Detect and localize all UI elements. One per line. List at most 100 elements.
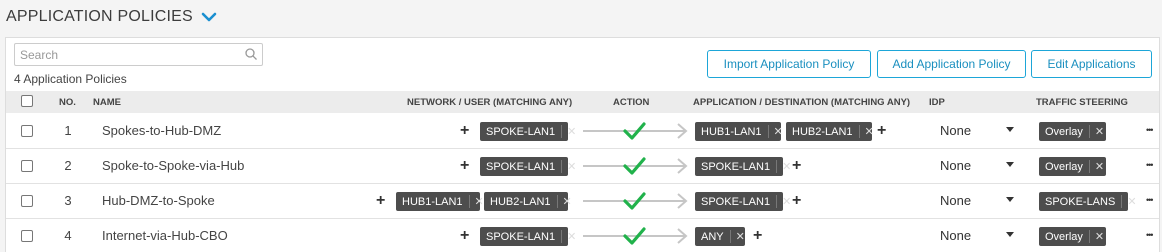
row-checkbox[interactable] bbox=[21, 230, 33, 242]
check-arrow-icon[interactable] bbox=[581, 223, 691, 249]
idp-select[interactable]: None bbox=[940, 123, 971, 138]
header-idp: IDP bbox=[929, 97, 945, 108]
steering-tag-label: Overlay bbox=[1045, 160, 1083, 173]
steering-tag: SPOKE-LANS ✕ bbox=[1039, 192, 1137, 211]
header-name: NAME bbox=[93, 97, 121, 108]
remove-tag-icon[interactable]: ✕ bbox=[561, 160, 576, 173]
caret-down-icon[interactable] bbox=[1006, 159, 1014, 169]
application-tag-label: ANY bbox=[701, 230, 724, 243]
idp-select[interactable]: None bbox=[940, 228, 971, 243]
steering-tag-label: SPOKE-LANS bbox=[1045, 195, 1116, 208]
steering-tag: Overlay ✕ bbox=[1039, 227, 1106, 246]
remove-tag-icon[interactable]: ✕ bbox=[776, 160, 791, 173]
application-tag-label: SPOKE-LAN1 bbox=[701, 195, 771, 208]
table-header: NO. NAME NETWORK / USER (MATCHING ANY) A… bbox=[6, 91, 1159, 113]
application-tag: HUB2-LAN1 ✕ bbox=[786, 122, 874, 141]
select-all-checkbox[interactable] bbox=[21, 95, 33, 107]
add-network-icon[interactable]: + bbox=[376, 192, 385, 210]
add-network-icon[interactable]: + bbox=[460, 157, 469, 175]
header-application: APPLICATION / DESTINATION (MATCHING ANY) bbox=[693, 97, 911, 108]
table-row[interactable]: 4 Internet-via-Hub-CBO + SPOKE-LAN1 ✕ ANY ✕ + No… bbox=[6, 219, 1159, 252]
remove-tag-icon[interactable]: ✕ bbox=[767, 125, 783, 138]
remove-tag-icon[interactable]: ✕ bbox=[561, 125, 576, 138]
policy-number: 2 bbox=[64, 158, 72, 173]
add-application-icon[interactable]: + bbox=[792, 157, 801, 175]
policies-panel: 4 Application Policies Import Applicatio… bbox=[5, 37, 1160, 252]
policy-name[interactable]: Spoke-to-Spoke-via-Hub bbox=[102, 158, 244, 173]
application-tag: SPOKE-LAN1 ✕ bbox=[695, 192, 791, 211]
policy-number: 4 bbox=[64, 228, 72, 243]
steering-tag: Overlay ✕ bbox=[1039, 157, 1106, 176]
remove-tag-icon[interactable]: ✕ bbox=[1088, 125, 1106, 138]
more-icon[interactable]: ••• bbox=[1146, 125, 1154, 135]
application-tag-label: SPOKE-LAN1 bbox=[701, 160, 771, 173]
network-tag-label: HUB1-LAN1 bbox=[402, 195, 463, 208]
steering-tag: Overlay ✕ bbox=[1039, 122, 1106, 141]
remove-tag-icon[interactable]: ✕ bbox=[561, 230, 576, 243]
row-checkbox[interactable] bbox=[21, 125, 33, 137]
check-arrow-icon[interactable] bbox=[581, 153, 691, 179]
more-icon[interactable]: ••• bbox=[1146, 160, 1154, 170]
search-icon bbox=[245, 48, 257, 60]
check-arrow-icon[interactable] bbox=[581, 118, 691, 144]
caret-down-icon[interactable] bbox=[1006, 194, 1014, 204]
add-application-icon[interactable]: + bbox=[877, 122, 886, 140]
policy-name[interactable]: Hub-DMZ-to-Spoke bbox=[102, 193, 215, 208]
network-tag: SPOKE-LAN1 ✕ bbox=[480, 122, 576, 141]
caret-down-icon[interactable] bbox=[1006, 229, 1014, 239]
network-tag: SPOKE-LAN1 ✕ bbox=[480, 157, 576, 176]
policy-number: 1 bbox=[64, 123, 72, 138]
page-title: APPLICATION POLICIES bbox=[6, 8, 193, 25]
network-tag-label: SPOKE-LAN1 bbox=[486, 125, 556, 138]
network-tag-label: SPOKE-LAN1 bbox=[486, 230, 556, 243]
network-tag: HUB2-LAN1 ✕ bbox=[484, 192, 572, 211]
idp-select[interactable]: None bbox=[940, 193, 971, 208]
application-tag: HUB1-LAN1 ✕ bbox=[695, 122, 783, 141]
more-icon[interactable]: ••• bbox=[1146, 230, 1154, 240]
network-tag: SPOKE-LAN1 ✕ bbox=[480, 227, 576, 246]
import-policy-button[interactable]: Import Application Policy bbox=[707, 50, 871, 78]
more-icon[interactable]: ••• bbox=[1146, 195, 1154, 205]
policy-name[interactable]: Internet-via-Hub-CBO bbox=[102, 228, 228, 243]
row-checkbox[interactable] bbox=[21, 160, 33, 172]
add-network-icon[interactable]: + bbox=[460, 227, 469, 245]
table-row[interactable]: 3 Hub-DMZ-to-Spoke + HUB1-LAN1 ✕ HUB2-LAN1 ✕ SP… bbox=[6, 184, 1159, 219]
application-tag-label: HUB2-LAN1 bbox=[792, 125, 853, 138]
caret-down-icon[interactable] bbox=[1006, 124, 1014, 134]
policy-count: 4 Application Policies bbox=[14, 72, 127, 86]
header-no: NO. bbox=[59, 97, 76, 108]
row-checkbox[interactable] bbox=[21, 195, 33, 207]
header-action: ACTION bbox=[613, 97, 650, 108]
search-input[interactable] bbox=[14, 43, 263, 66]
policy-name[interactable]: Spokes-to-Hub-DMZ bbox=[102, 123, 221, 138]
table-row[interactable]: 2 Spoke-to-Spoke-via-Hub + SPOKE-LAN1 ✕ SPOKE… bbox=[6, 149, 1159, 184]
remove-tag-icon[interactable]: ✕ bbox=[858, 125, 874, 138]
add-application-icon[interactable]: + bbox=[792, 192, 801, 210]
header-network: NETWORK / USER (MATCHING ANY) bbox=[407, 97, 573, 108]
check-arrow-icon[interactable] bbox=[581, 188, 691, 214]
idp-select[interactable]: None bbox=[940, 158, 971, 173]
remove-tag-icon[interactable]: ✕ bbox=[1088, 230, 1106, 243]
remove-tag-icon[interactable]: ✕ bbox=[468, 195, 484, 208]
edit-applications-button[interactable]: Edit Applications bbox=[1031, 50, 1152, 78]
application-tag: SPOKE-LAN1 ✕ bbox=[695, 157, 791, 176]
add-policy-button[interactable]: Add Application Policy bbox=[877, 50, 1026, 78]
add-application-icon[interactable]: + bbox=[753, 227, 762, 245]
table-row[interactable]: 1 Spokes-to-Hub-DMZ + SPOKE-LAN1 ✕ HUB1-LAN1 ✕… bbox=[6, 114, 1159, 149]
remove-tag-icon[interactable]: ✕ bbox=[729, 230, 745, 243]
chevron-down-icon[interactable] bbox=[201, 9, 217, 25]
header-steering: TRAFFIC STEERING bbox=[1036, 97, 1128, 108]
policy-number: 3 bbox=[64, 193, 72, 208]
remove-tag-icon[interactable]: ✕ bbox=[556, 195, 572, 208]
network-tag-label: HUB2-LAN1 bbox=[490, 195, 551, 208]
remove-tag-icon[interactable]: ✕ bbox=[1088, 160, 1106, 173]
remove-tag-icon[interactable]: ✕ bbox=[1121, 195, 1137, 208]
add-network-icon[interactable]: + bbox=[460, 122, 469, 140]
steering-tag-label: Overlay bbox=[1045, 230, 1083, 243]
page-header: APPLICATION POLICIES bbox=[6, 6, 217, 28]
steering-tag-label: Overlay bbox=[1045, 125, 1083, 138]
application-tag-label: HUB1-LAN1 bbox=[701, 125, 762, 138]
application-tag: ANY ✕ bbox=[695, 227, 745, 246]
remove-tag-icon[interactable]: ✕ bbox=[776, 195, 791, 208]
network-tag: HUB1-LAN1 ✕ bbox=[396, 192, 484, 211]
